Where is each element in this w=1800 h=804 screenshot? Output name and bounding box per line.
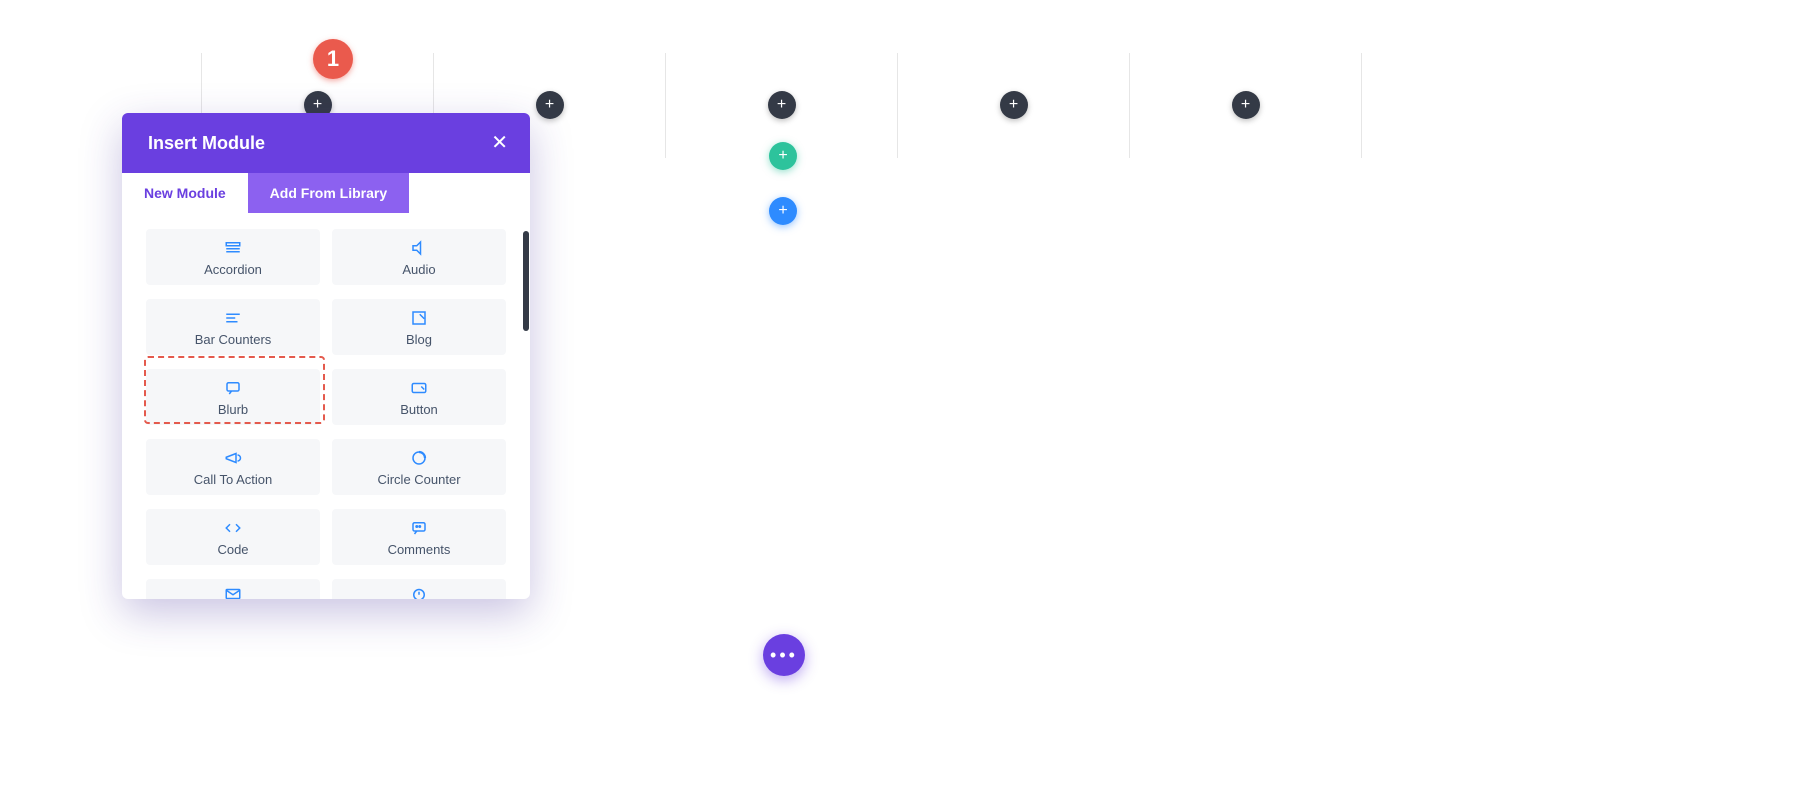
modal-title: Insert Module [148, 133, 265, 154]
blog-icon [410, 308, 428, 328]
module-grid: Accordion Audio Bar Counters [122, 213, 530, 599]
module-blog[interactable]: Blog [332, 299, 506, 355]
module-button[interactable]: Button [332, 369, 506, 425]
blurb-icon [224, 378, 242, 398]
bar-counters-icon [224, 308, 242, 328]
plus-icon: + [313, 96, 322, 114]
module-audio[interactable]: Audio [332, 229, 506, 285]
builder-fab-button[interactable]: ••• [763, 634, 805, 676]
module-label: Code [217, 542, 248, 557]
ellipsis-icon: ••• [770, 646, 798, 664]
plus-icon: + [545, 96, 554, 114]
comments-icon [410, 518, 428, 538]
add-row-button[interactable]: + [769, 142, 797, 170]
tab-add-from-library[interactable]: Add From Library [248, 173, 409, 213]
modal-header: Insert Module ✕ [122, 113, 530, 173]
megaphone-icon [224, 448, 242, 468]
accordion-icon [224, 238, 242, 258]
insert-module-modal: Insert Module ✕ New Module Add From Libr… [122, 113, 530, 599]
plus-icon: + [1241, 96, 1250, 114]
tab-label: New Module [144, 185, 226, 201]
add-module-col-4[interactable]: + [1000, 91, 1028, 119]
tab-new-module[interactable]: New Module [122, 173, 248, 213]
module-label: Circle Counter [377, 472, 460, 487]
module-partial-left[interactable] [146, 579, 320, 599]
plus-icon: + [778, 147, 787, 165]
module-code[interactable]: Code [146, 509, 320, 565]
module-bar-counters[interactable]: Bar Counters [146, 299, 320, 355]
code-icon [224, 518, 242, 538]
module-label: Blurb [218, 402, 248, 417]
button-icon [410, 378, 428, 398]
badge-number: 1 [327, 46, 339, 72]
annotation-badge-1: 1 [313, 39, 353, 79]
close-icon[interactable]: ✕ [491, 133, 508, 153]
tab-label: Add From Library [270, 185, 387, 201]
add-module-col-3[interactable]: + [768, 91, 796, 119]
module-label: Accordion [204, 262, 262, 277]
builder-canvas: + + + + + + + 1 [0, 0, 1800, 804]
module-partial-right[interactable] [332, 579, 506, 599]
column-4: + [897, 53, 1130, 158]
module-accordion[interactable]: Accordion [146, 229, 320, 285]
plus-icon: + [778, 202, 787, 220]
module-list-scrollbar[interactable] [523, 231, 529, 331]
module-call-to-action[interactable]: Call To Action [146, 439, 320, 495]
timer-icon [410, 584, 428, 599]
module-label: Bar Counters [195, 332, 272, 347]
modal-tabs: New Module Add From Library [122, 173, 530, 213]
module-label: Call To Action [194, 472, 273, 487]
plus-icon: + [777, 96, 786, 114]
module-list: Accordion Audio Bar Counters [122, 213, 530, 599]
module-comments[interactable]: Comments [332, 509, 506, 565]
module-blurb[interactable]: Blurb [146, 369, 320, 425]
module-label: Comments [388, 542, 451, 557]
module-label: Blog [406, 332, 432, 347]
module-label: Button [400, 402, 438, 417]
mail-icon [224, 584, 242, 599]
add-module-col-2[interactable]: + [536, 91, 564, 119]
circle-counter-icon [410, 448, 428, 468]
add-section-button[interactable]: + [769, 197, 797, 225]
module-label: Audio [402, 262, 435, 277]
plus-icon: + [1009, 96, 1018, 114]
audio-icon [410, 238, 428, 258]
module-circle-counter[interactable]: Circle Counter [332, 439, 506, 495]
column-5: + [1129, 53, 1362, 158]
add-module-col-5[interactable]: + [1232, 91, 1260, 119]
